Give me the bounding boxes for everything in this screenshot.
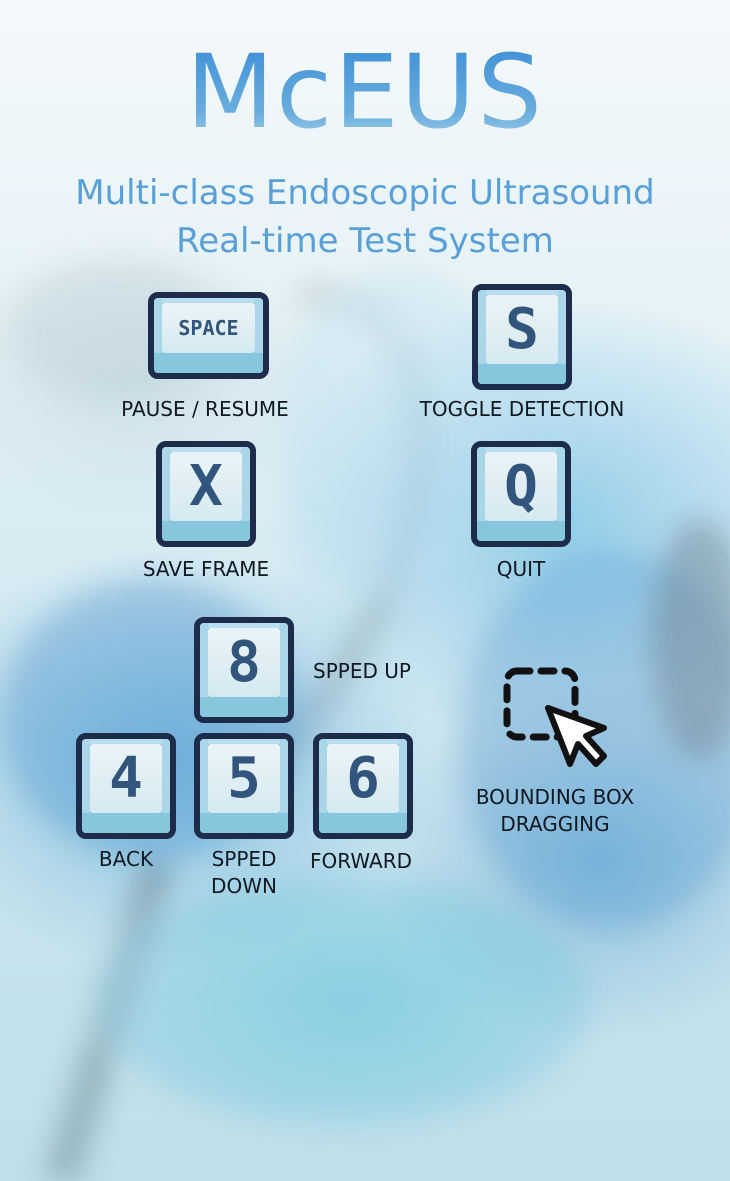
key-4: 4 (76, 733, 176, 839)
label-bounding-box-line1: BOUNDING BOX (475, 785, 635, 809)
key-6: 6 (313, 733, 413, 839)
key-8: 8 (194, 617, 294, 723)
app-subtitle-line2: Real-time Test System (176, 221, 554, 261)
key-5-glyph: 5 (208, 744, 280, 813)
key-5: 5 (194, 733, 294, 839)
label-speed-down-line1: SPPED (211, 847, 277, 871)
key-x: X (156, 441, 256, 547)
key-6-glyph: 6 (327, 744, 399, 813)
label-speed-down-line2: DOWN (211, 874, 277, 898)
app-subtitle-line1: Multi-class Endoscopic Ultrasound (75, 173, 655, 213)
label-speed-up: SPPED UP (313, 659, 411, 683)
label-toggle-detection: TOGGLE DETECTION (419, 397, 625, 421)
label-save-frame: SAVE FRAME (142, 557, 270, 581)
key-space-glyph: SPACE (162, 303, 255, 353)
label-quit: QUIT (496, 557, 546, 581)
label-bounding-box-line2: DRAGGING (500, 812, 610, 836)
key-s: S (472, 284, 572, 390)
key-q-glyph: Q (485, 452, 557, 521)
key-space: SPACE (148, 292, 269, 379)
key-s-glyph: S (486, 295, 558, 364)
label-pause-resume: PAUSE / RESUME (121, 397, 289, 421)
app-title: McEUS (0, 42, 730, 144)
drag-select-cursor-icon (503, 667, 607, 767)
key-q: Q (471, 441, 571, 547)
key-8-glyph: 8 (208, 628, 280, 697)
key-x-glyph: X (170, 452, 242, 521)
label-back: BACK (98, 847, 154, 871)
label-forward: FORWARD (310, 849, 412, 873)
key-4-glyph: 4 (90, 744, 162, 813)
